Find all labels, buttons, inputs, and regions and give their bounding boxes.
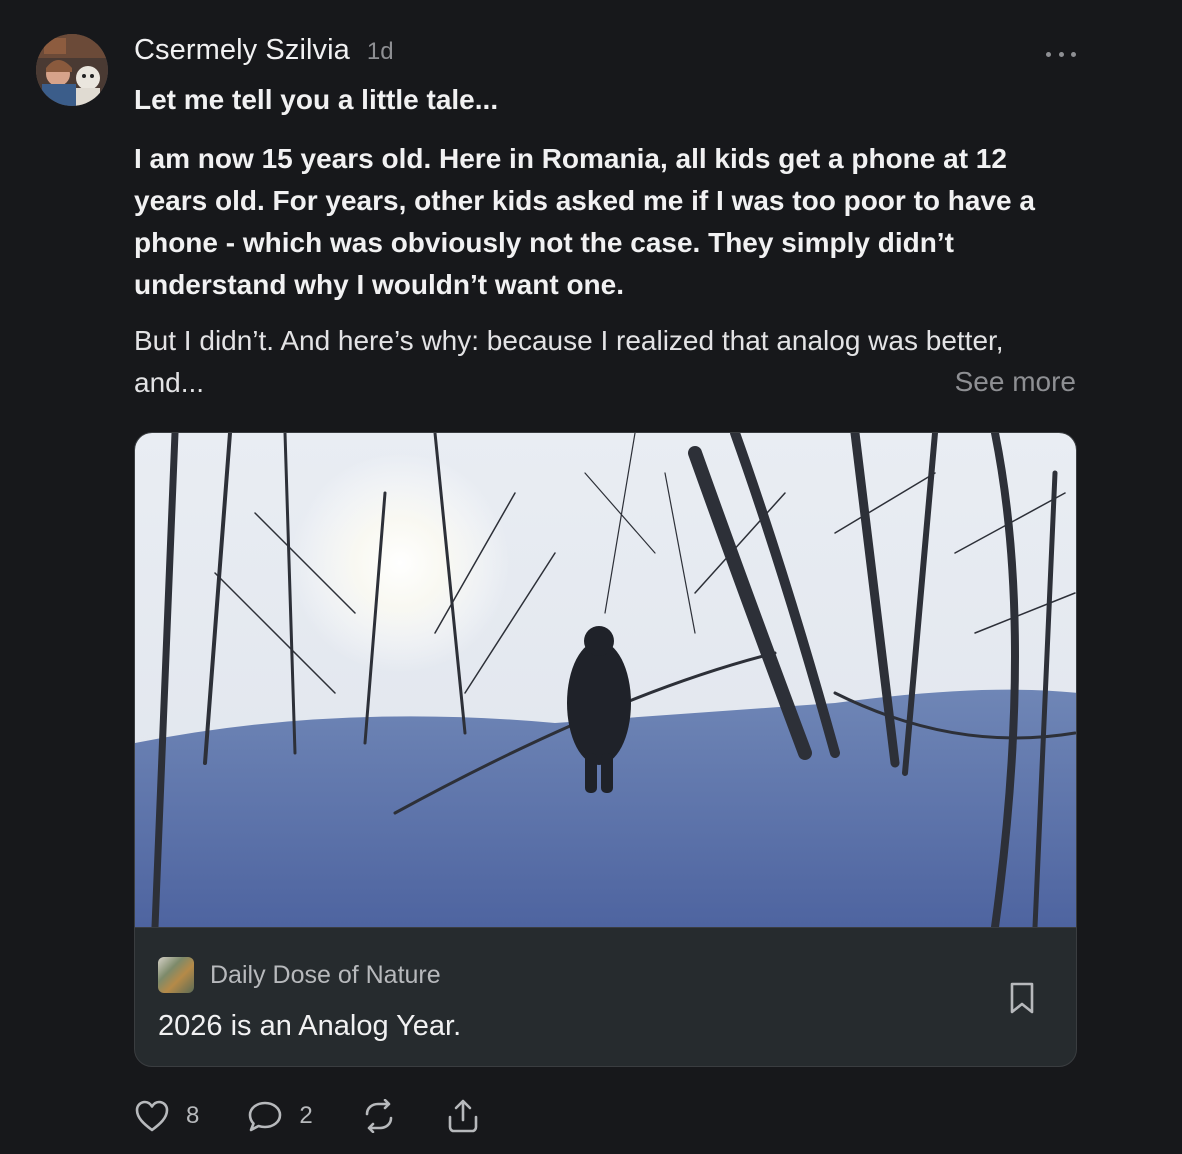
post-paragraph: But I didn’t. And here’s why: because I … — [134, 320, 1004, 404]
card-image — [135, 433, 1076, 927]
post-bold-paragraph: I am now 15 years old. Here in Romania, … — [134, 143, 1035, 300]
linked-post-card[interactable]: Daily Dose of Nature 2026 is an Analog Y… — [134, 432, 1077, 1067]
heart-icon — [135, 1100, 169, 1132]
restack-button[interactable] — [361, 1099, 397, 1133]
post-paragraph-text: But I didn’t. And here’s why: because I … — [134, 325, 1004, 398]
share-button[interactable] — [445, 1098, 481, 1134]
more-icon — [1046, 51, 1051, 57]
like-button[interactable]: 8 — [134, 1099, 199, 1133]
comment-icon — [249, 1101, 282, 1132]
post: Csermely Szilvia 1d Let me tell you a li… — [134, 34, 1078, 404]
card-footer: Daily Dose of Nature 2026 is an Analog Y… — [135, 927, 1076, 1066]
post-title: Let me tell you a little tale... — [134, 84, 499, 115]
author-name[interactable]: Csermely Szilvia — [134, 34, 350, 67]
more-options-button[interactable] — [1046, 44, 1076, 64]
restack-icon — [365, 1099, 393, 1133]
card-title: 2026 is an Analog Year. — [158, 1010, 462, 1042]
action-bar: 8 2 — [134, 1094, 529, 1138]
post-time: 1d — [366, 38, 394, 65]
publication-name[interactable]: Daily Dose of Nature — [210, 961, 441, 990]
comment-count: 2 — [299, 1102, 313, 1129]
publication-logo — [158, 957, 194, 993]
share-icon — [448, 1099, 478, 1133]
comment-button[interactable]: 2 — [247, 1099, 313, 1133]
see-more-link[interactable]: See more — [955, 366, 1076, 398]
like-count: 8 — [186, 1102, 200, 1129]
avatar-image — [36, 34, 108, 106]
bookmark-icon[interactable] — [1008, 981, 1036, 1015]
author-avatar[interactable] — [36, 34, 108, 106]
post-header: Csermely Szilvia 1d — [134, 34, 1078, 76]
